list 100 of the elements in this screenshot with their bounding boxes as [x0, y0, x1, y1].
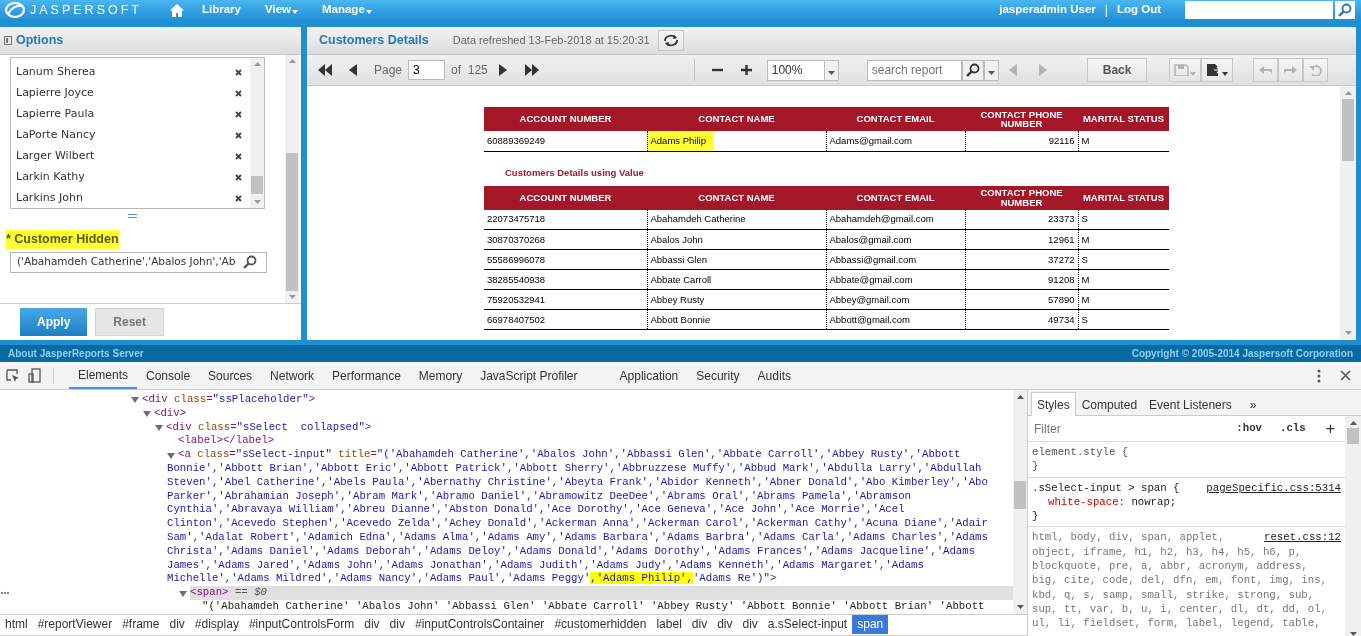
scrollbar-thumb[interactable]	[286, 153, 298, 291]
scrollbar-thumb[interactable]	[1342, 99, 1354, 161]
breadcrumb-item[interactable]: #frame	[117, 615, 165, 635]
code-line[interactable]: Steven','Abel Catherine','Abels Paula','Abernathy Christine','Abeyta Frank','Abidor Kenneth','Abner Donald','Abo Kimberley','Abo	[167, 475, 1013, 490]
code-line[interactable]: Bonnie','Abbott Brian','Abbott Eric','Abbott Patrick','Abbott Sherry','Abbruzzese Muffy','Abbud Mark','Abdulla Larry','Abdullah	[167, 462, 1013, 476]
styles-tab[interactable]: Event Listeners	[1143, 391, 1238, 418]
list-item[interactable]: LaPorte Nancy	[16, 127, 96, 144]
devtools-tab[interactable]: Sources	[199, 362, 262, 389]
breadcrumb-item[interactable]: div	[712, 615, 738, 635]
expanded-triangle-icon[interactable]	[167, 451, 175, 459]
code-line[interactable]: Parker','Abrahamian Joseph','Abram Mark','Abramo Daniel','Abramowitz DeeDee','Abrams Oral','Abrams Pamela','Abramson	[167, 489, 1013, 504]
search-select-field[interactable]: ('Abahamdeh Catherine','Abalos John','Ab	[10, 251, 267, 273]
styles-tab[interactable]: Computed	[1075, 391, 1144, 418]
breadcrumb-item[interactable]: div	[686, 615, 713, 635]
scrollbar-thumb[interactable]	[251, 176, 263, 194]
scrollbar[interactable]	[1340, 86, 1356, 340]
back-button[interactable]: Back	[1086, 58, 1148, 82]
code-line[interactable]: <div class="sSelect collapsed">	[166, 420, 1013, 435]
expanded-triangle-icon[interactable]	[179, 589, 187, 597]
reset-button[interactable]: Reset	[95, 308, 165, 336]
more-tabs-button[interactable]: »	[1243, 391, 1263, 418]
breadcrumb-item[interactable]: label	[651, 615, 687, 635]
ellipsis-icon[interactable]	[0, 591, 10, 596]
styles-tab[interactable]: Styles	[1031, 391, 1076, 418]
breadcrumb-item[interactable]: #customerhidden	[549, 615, 652, 635]
toolbar-button[interactable]	[1201, 58, 1234, 82]
scrollbar[interactable]	[1345, 416, 1361, 636]
list-item[interactable]: Larger Wilbert	[16, 148, 95, 165]
class-button[interactable]: .cls	[1274, 420, 1312, 437]
source-link[interactable]: pageSpecific.css:5314	[1206, 480, 1341, 495]
breadcrumb-item[interactable]: div	[737, 615, 763, 635]
devtools-tab[interactable]: Performance	[323, 362, 410, 389]
panel-toggle-icon[interactable]	[4, 36, 12, 45]
breadcrumb-item[interactable]: div	[359, 615, 385, 635]
refresh-button[interactable]	[657, 30, 684, 51]
remove-icon[interactable]	[235, 195, 242, 202]
remove-icon[interactable]	[235, 69, 242, 76]
inspect-icon[interactable]	[6, 368, 20, 383]
code-line[interactable]: "('Abahamdeh Catherine' 'Abalos John' 'Abbassi Glen' 'Abbate Carroll' 'Abbey Rusty' 'Abbott Bonnie' 'Abbott Brian' 'Abbott	[202, 599, 1013, 614]
device-icon[interactable]	[28, 368, 41, 383]
source-link[interactable]: reset.css:12	[1264, 530, 1341, 545]
devtools-tab[interactable]: Network	[261, 362, 324, 389]
remove-icon[interactable]	[235, 153, 242, 160]
breadcrumb-item[interactable]: div	[164, 615, 190, 635]
scrollbar[interactable]	[285, 55, 299, 303]
zoom-select[interactable]: 100%	[766, 59, 839, 81]
scrollbar[interactable]	[1013, 390, 1027, 614]
code-line[interactable]: Clinton','Acevedo Stephen','Acevedo Zelda','Achey Donald','Ackerman Anna','Ackerman Carol','Ackerman Cathy','Acuna Diane','Adair	[167, 517, 1013, 531]
resize-handle-icon[interactable]	[128, 214, 137, 218]
page-input[interactable]: 3	[408, 60, 446, 80]
breadcrumb-item[interactable]: span	[852, 615, 889, 635]
breadcrumb-item[interactable]: div	[384, 615, 410, 635]
list-item[interactable]: Larkins John	[16, 190, 83, 207]
more-options-icon[interactable]	[1317, 368, 1321, 383]
expanded-triangle-icon[interactable]	[143, 410, 151, 418]
devtools-tab[interactable]: Application	[610, 362, 688, 389]
expanded-triangle-icon[interactable]	[131, 396, 139, 404]
scrollbar-thumb[interactable]	[1347, 428, 1359, 444]
home-icon[interactable]	[169, 3, 184, 17]
devtools-tab[interactable]: Security	[687, 362, 749, 389]
devtools-tab[interactable]: Console	[137, 362, 200, 389]
hover-state-button[interactable]: :hov	[1230, 420, 1268, 437]
close-icon[interactable]	[1340, 370, 1351, 381]
scroll-up-icon[interactable]	[1016, 395, 1024, 399]
breadcrumb-item[interactable]: #reportViewer	[32, 615, 118, 635]
scrollbar[interactable]	[250, 58, 264, 208]
list-item[interactable]: Larkin Kathy	[16, 169, 85, 186]
breadcrumb-item[interactable]: a.sSelect-input	[762, 615, 853, 635]
search-button[interactable]	[1335, 1, 1355, 19]
code-line[interactable]: Cynthia','Abravaya William','Abreu Dianne','Abston Donald','Ace Dorothy','Ace Geneva','Ace John','Ace Morrie','Acel	[167, 503, 1013, 518]
scroll-down-icon[interactable]	[1016, 604, 1024, 609]
add-rule-button[interactable]: +	[1319, 419, 1341, 438]
breadcrumb-item[interactable]: #inputControlsForm	[243, 615, 360, 635]
remove-icon[interactable]	[235, 132, 242, 139]
remove-icon[interactable]	[235, 111, 242, 118]
expanded-triangle-icon[interactable]	[155, 424, 163, 431]
search-field[interactable]	[1185, 1, 1333, 19]
code-line[interactable]: Christa','Adams Daniel','Adams Deborah','Adams Deloy','Adams Donald','Adams Dorothy','Adams Frances','Adams Jacqueline','Adams	[167, 544, 1013, 559]
breadcrumb-item[interactable]: #inputControlsContainer	[409, 615, 550, 635]
code-line[interactable]: Michelle','Adams Mildred','Adams Nancy','Adams Paul','Adams Peggy','Adams Philip','Adams Re')">	[167, 572, 1013, 587]
list-item[interactable]: Lapierre Joyce	[16, 85, 94, 102]
devtools-tab[interactable]: Memory	[409, 362, 472, 389]
code-line[interactable]: <label></label>	[178, 434, 1013, 449]
devtools-tab[interactable]: JavaScript Profiler	[471, 362, 587, 389]
code-line[interactable]: Sam','Adalat Robert','Adamich Edna','Adams Alma','Adams Amy','Adams Barbara','Adams Barbra','Adams Carla','Adams Charles','Adams	[167, 530, 1013, 545]
list-item[interactable]: Lapierre Paula	[16, 106, 95, 123]
devtools-tab[interactable]: Elements	[69, 362, 138, 389]
breadcrumb-item[interactable]: html	[0, 615, 33, 635]
breadcrumb-item[interactable]: #display	[189, 615, 244, 635]
remove-icon[interactable]	[235, 90, 242, 97]
devtools-tab[interactable]: Audits	[748, 362, 800, 389]
code-line[interactable]: <a class="sSelect-input" title="('Abahamdeh Catherine','Abalos John','Abbassi Glen','Abbate Carroll','Abbey Rusty','Abbott	[178, 448, 1013, 462]
list-item[interactable]: Lanum Sherea	[16, 64, 96, 81]
code-line[interactable]: James','Adams Jared','Adams John','Adams Jonathan','Adams Judith','Adams Judy','Adams Kenneth','Adams Margaret','Adams	[167, 558, 1013, 573]
search-button[interactable]	[961, 59, 984, 81]
scrollbar-thumb[interactable]	[1014, 481, 1026, 509]
remove-icon[interactable]	[235, 174, 242, 181]
code-line[interactable]: <div class="ssPlaceholder">	[142, 393, 1013, 407]
scroll-up-icon[interactable]	[1349, 421, 1357, 425]
about-link[interactable]: About JasperReports Server	[8, 346, 144, 361]
